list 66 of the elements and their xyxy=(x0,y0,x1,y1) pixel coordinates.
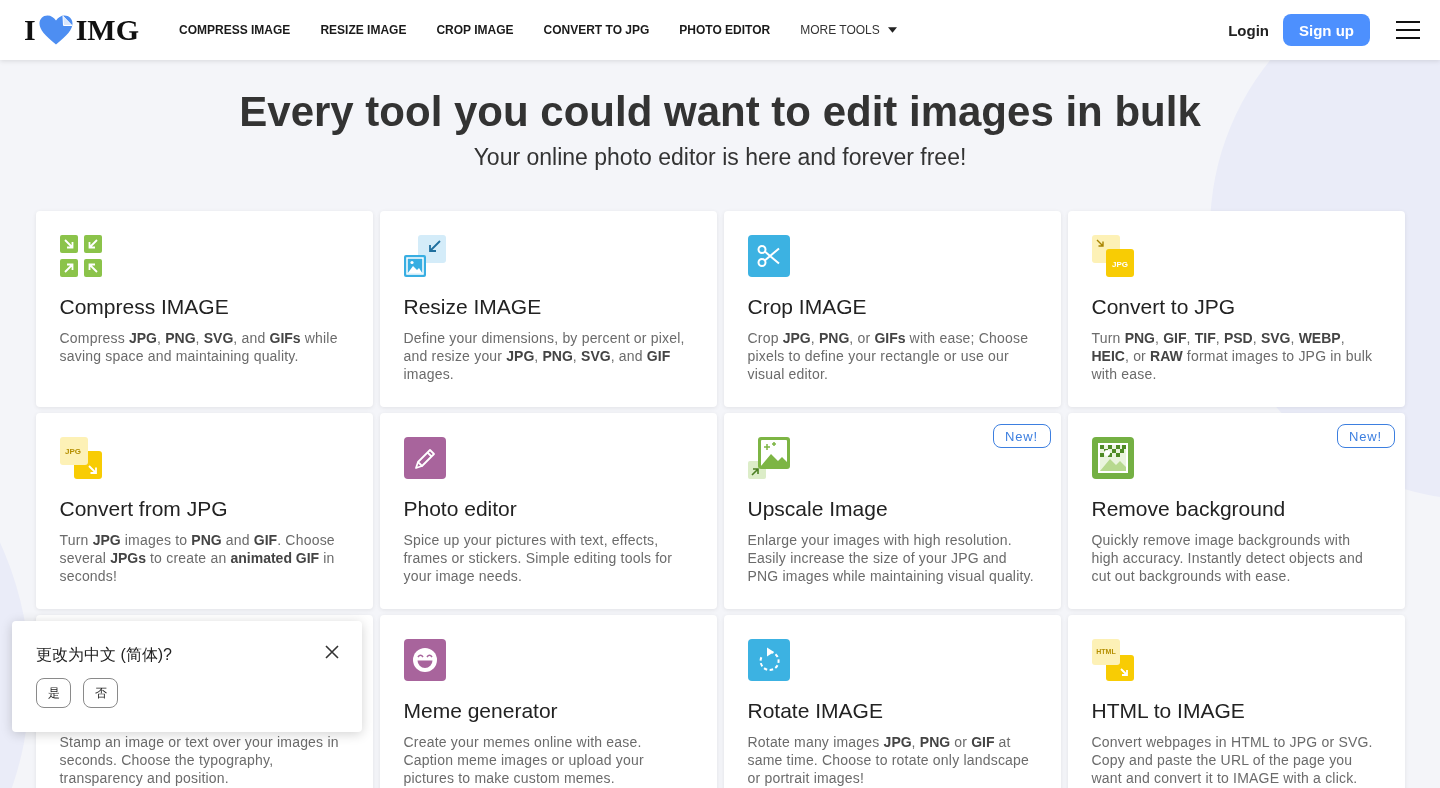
new-badge: New! xyxy=(992,424,1051,448)
tool-card[interactable]: Rotate IMAGE Rotate many images JPG, PNG or GIF at same time. Choose to rotate only landscape or portrait images! xyxy=(723,615,1061,788)
tool-card[interactable]: New! Upscale Image Enlarge your images with high resolution. Easily increase the size of your JPG and PNG images while maintaining visual quality. xyxy=(723,413,1061,609)
new-badge: New! xyxy=(1336,424,1395,448)
tool-card[interactable]: Meme generator Create your memes online with ease. Caption meme images or upload your pictures to make custom memes. xyxy=(379,615,717,788)
tool-title: Convert to JPG xyxy=(1091,294,1237,320)
arrows-inward-icon xyxy=(59,235,102,277)
tool-description: Convert webpages in HTML to JPG or SVG. Copy and paste the URL of the page you want and convert it to IMAGE with a click. xyxy=(1091,733,1374,787)
rotate-icon xyxy=(747,639,790,681)
tool-card[interactable]: New! Remove background Quickly remove image backgrounds with high accuracy. Instantly detect objects and cut out backgrounds with ease. xyxy=(1067,413,1405,609)
nav-link[interactable]: COMPRESS IMAGE xyxy=(179,23,291,37)
tool-description: Turn JPG images to PNG and GIF. Choose several JPGs to create an animated GIF in seconds! xyxy=(59,531,336,585)
tool-card[interactable]: Compress IMAGE Compress JPG, PNG, SVG, and GIFs while saving space and maintaining quality. xyxy=(35,211,373,407)
tool-card[interactable]: JPG Convert to JPG Turn PNG, GIF, TIF, PSD, SVG, WEBP, HEIC, or RAW format images to JPG in bulk with ease. xyxy=(1067,211,1405,407)
image-checker-icon xyxy=(1091,437,1134,479)
nav-link[interactable]: PHOTO EDITOR xyxy=(679,23,771,37)
nav-dropdown[interactable]: MORE TOOLS xyxy=(800,23,897,37)
tool-card[interactable]: Photo editor Spice up your pictures with text, effects, frames or stickers. Simple editing tools for your image needs. xyxy=(379,413,717,609)
tool-card[interactable]: Crop IMAGE Crop JPG, PNG, or GIFs with ease; Choose pixels to define your rectangle or use our visual editor. xyxy=(723,211,1061,407)
tool-card[interactable]: JPG Convert from JPG Turn JPG images to PNG and GIF. Choose several JPGs to create an animated GIF in seconds! xyxy=(35,413,373,609)
answer-button[interactable]: 是 xyxy=(36,678,71,708)
tool-title: Remove background xyxy=(1091,496,1287,522)
resize-image-icon xyxy=(403,235,446,277)
tool-title: Resize IMAGE xyxy=(403,294,543,320)
tool-description: Create your memes online with ease. Caption meme images or upload your pictures to make custom memes. xyxy=(403,733,645,787)
tool-description: Define your dimensions, by percent or pixel, and resize your JPG, PNG, SVG, and GIF images. xyxy=(403,329,686,383)
tool-description: Crop JPG, PNG, or GIFs with ease; Choose pixels to define your rectangle or use our visual editor. xyxy=(747,329,1030,383)
answer-button[interactable]: 否 xyxy=(83,678,118,708)
tool-title: Rotate IMAGE xyxy=(747,698,884,724)
menu-icon[interactable] xyxy=(1396,21,1420,39)
pencil-icon xyxy=(403,437,446,479)
tool-description: Stamp an image or text over your images in seconds. Choose the typography, transparency and position. xyxy=(59,733,340,787)
tool-title: Photo editor xyxy=(403,496,518,522)
tool-title: Crop IMAGE xyxy=(747,294,868,320)
close-icon[interactable] xyxy=(325,645,339,659)
heart-icon[interactable] xyxy=(38,15,73,45)
tool-title: Convert from JPG xyxy=(59,496,229,522)
login-link[interactable]: Login xyxy=(1228,21,1269,39)
page-subheading: Your online photo editor is here and forever free! xyxy=(472,143,968,171)
arrow-icon xyxy=(1119,668,1128,676)
tool-description: Rotate many images JPG, PNG or GIF at same time. Choose to rotate only landscape or portrait images! xyxy=(747,733,1031,787)
page-heading: Every tool you could want to edit images in bulk xyxy=(238,87,1202,137)
dialog-message: 更改为中文 (简体)? xyxy=(36,645,172,665)
arrow-icon xyxy=(87,465,97,474)
tool-title: Upscale Image xyxy=(747,496,889,522)
arrow-icon xyxy=(1095,239,1104,247)
image-enlarge-icon xyxy=(747,437,790,479)
logo-wordmark[interactable]: IMG xyxy=(75,14,139,46)
nav-link[interactable]: CROP IMAGE xyxy=(436,23,514,37)
tool-description: Turn PNG, GIF, TIF, PSD, SVG, WEBP, HEIC, or RAW format images to JPG in bulk with ease. xyxy=(1091,329,1374,383)
tool-card[interactable]: Resize IMAGE Define your dimensions, by percent or pixel, and resize your JPG, PNG, SVG, and GIF images. xyxy=(379,211,717,407)
logo-letter[interactable]: I xyxy=(24,14,36,46)
tool-title: Compress IMAGE xyxy=(59,294,230,320)
caret-icon xyxy=(887,27,897,33)
tool-description: Quickly remove image backgrounds with high accuracy. Instantly detect objects and cut out backgrounds with ease. xyxy=(1091,531,1364,585)
scissors-icon xyxy=(747,235,790,277)
file-type-label: JPG xyxy=(1111,259,1128,269)
tool-title: Meme generator xyxy=(403,698,559,724)
file-type-label: JPG xyxy=(64,447,81,456)
tool-description: Compress JPG, PNG, SVG, and GIFs while saving space and maintaining quality. xyxy=(59,329,339,365)
nav-link[interactable]: CONVERT TO JPG xyxy=(543,23,650,37)
tool-title: HTML to IMAGE xyxy=(1091,698,1246,724)
laughing-face-icon xyxy=(403,639,446,681)
nav-link[interactable]: RESIZE IMAGE xyxy=(320,23,407,37)
tool-description: Enlarge your images with high resolution. Easily increase the size of your JPG and PNG images while maintaining visual quality. xyxy=(747,531,1035,585)
tool-description: Spice up your pictures with text, effects, frames or stickers. Simple editing tools for your image needs. xyxy=(403,531,674,585)
